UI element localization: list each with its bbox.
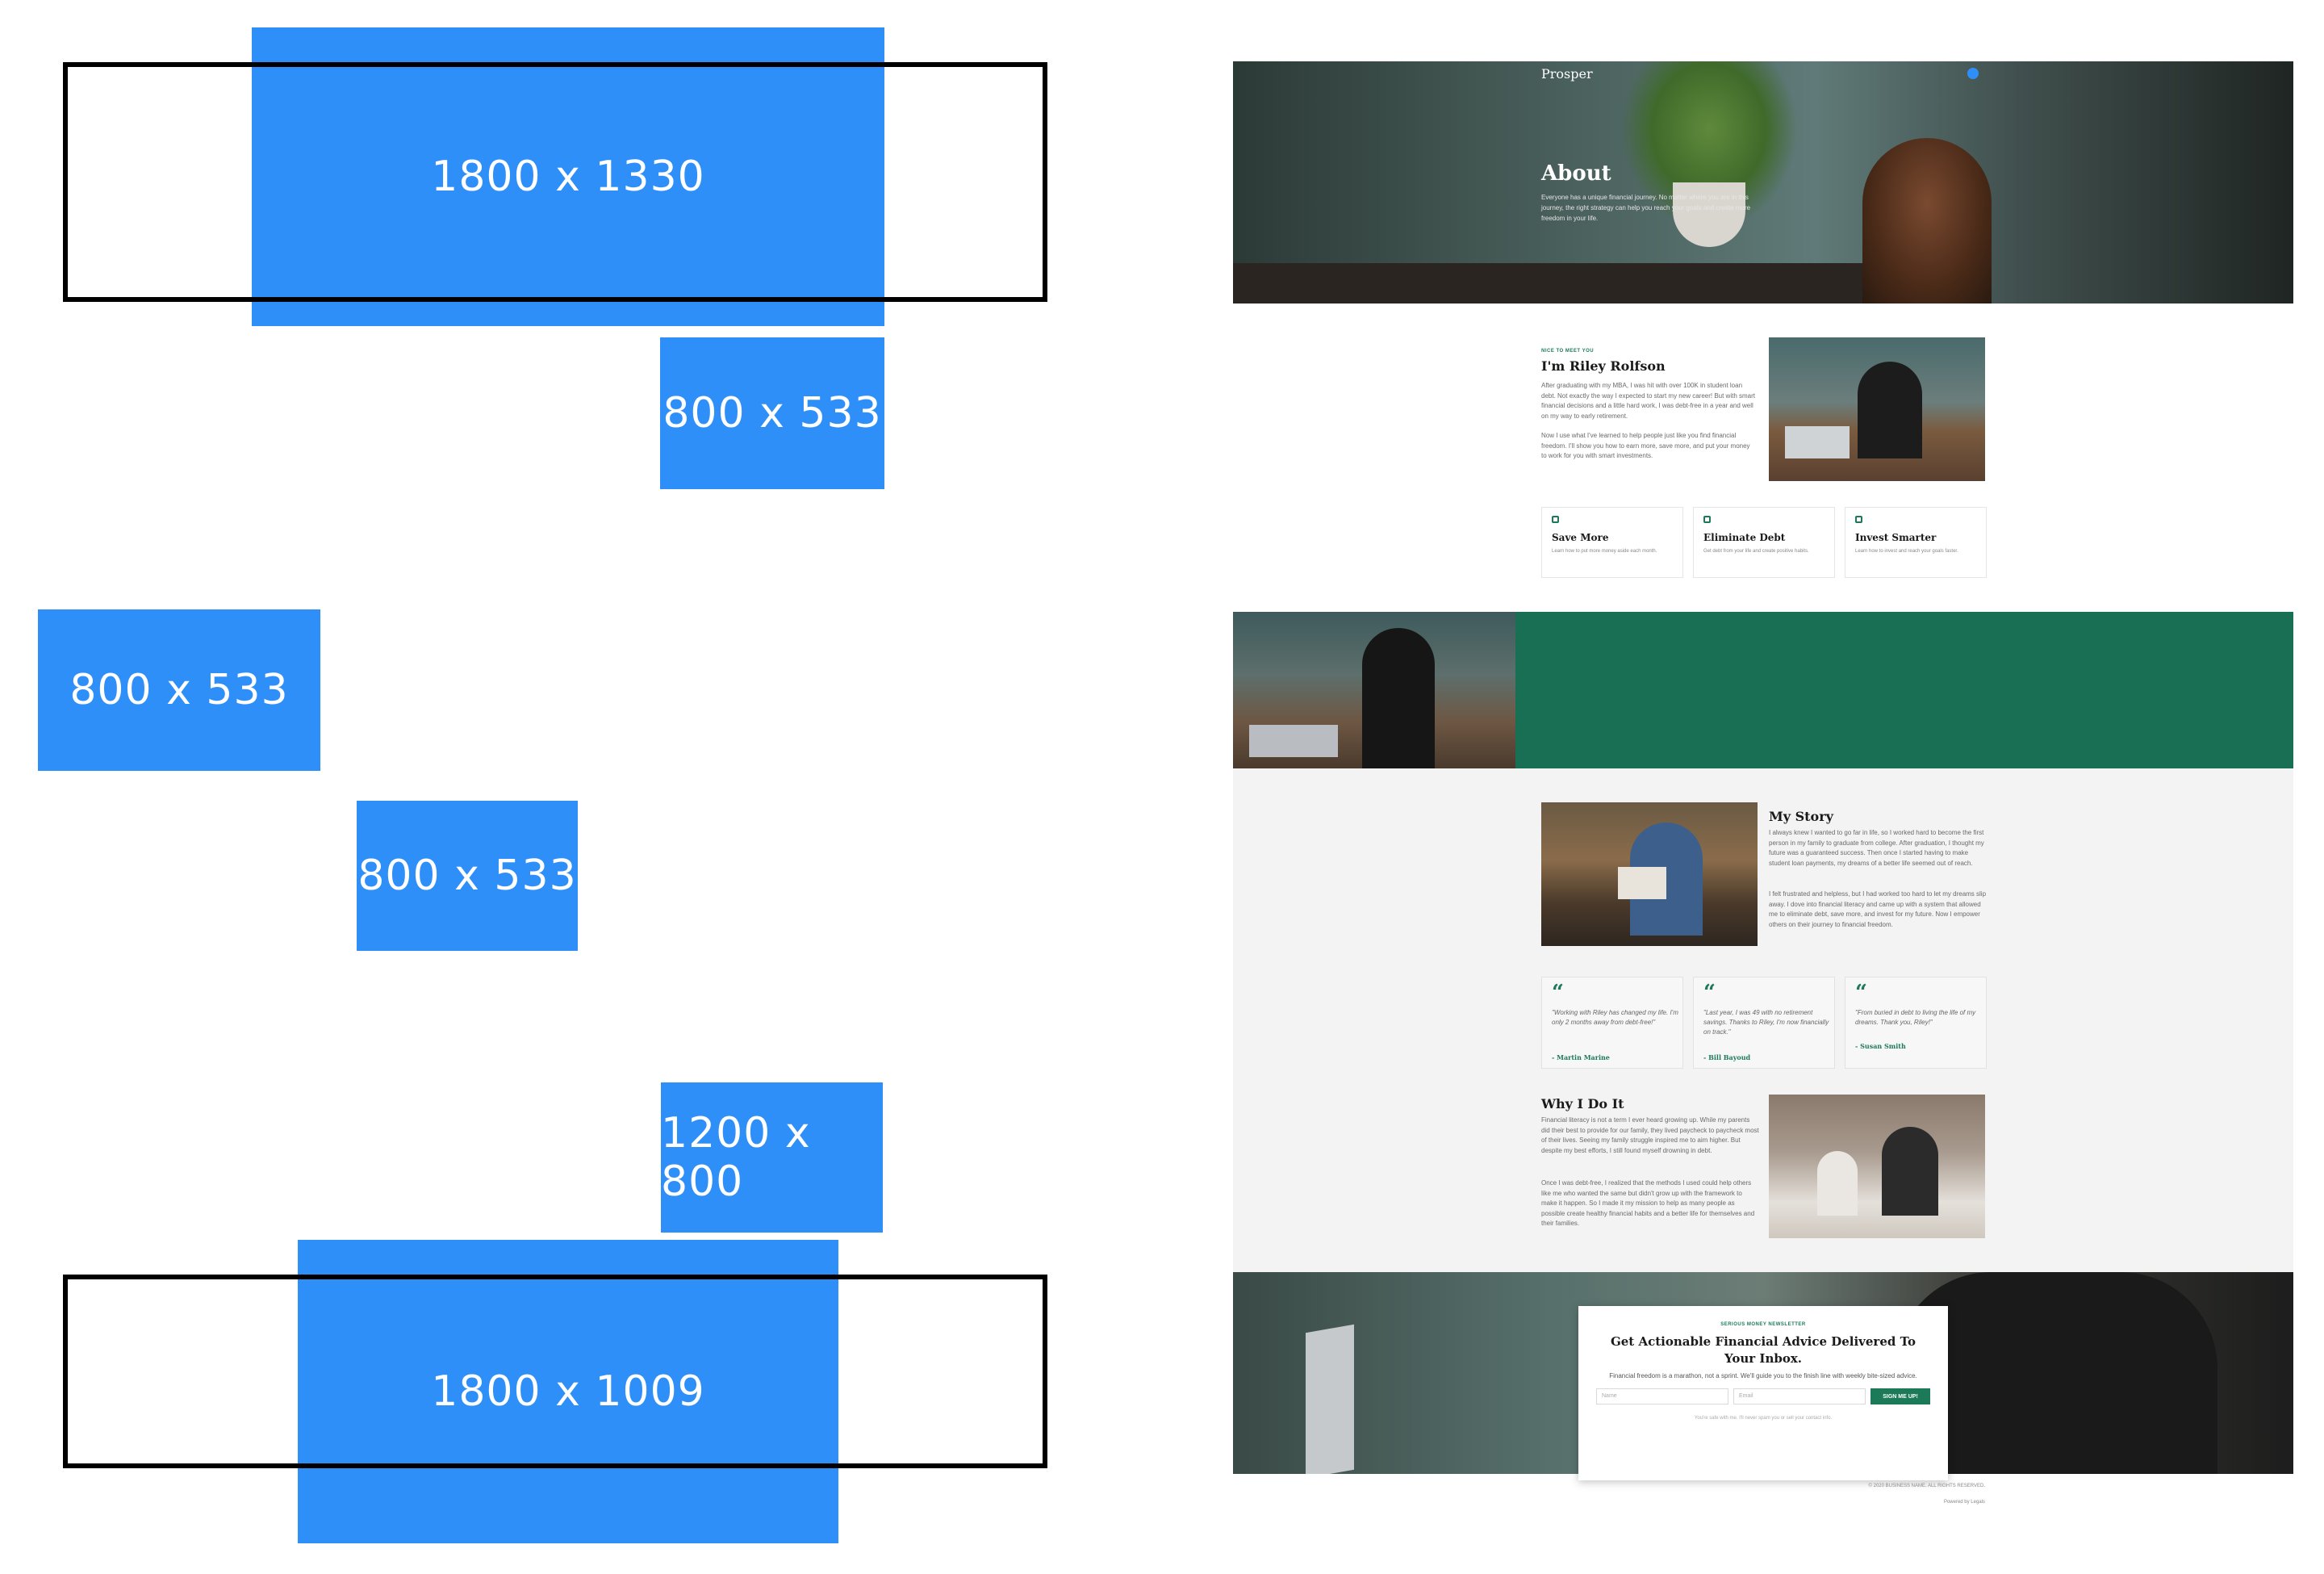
feature-text: Learn how to invest and reach your goals…: [1855, 549, 1958, 554]
band-person-image: [1362, 628, 1435, 768]
footer-copyright: © 2020 BUSINESS NAME. ALL RIGHTS RESERVE…: [1868, 1484, 1985, 1488]
feature-title: Invest Smarter: [1855, 532, 1937, 543]
why-paragraph-1: Financial literacy is not a term I ever …: [1541, 1116, 1759, 1154]
footer-powered[interactable]: Powered by Legals: [1864, 1500, 1985, 1505]
why-child-image: [1817, 1151, 1858, 1216]
testimonial-card-1: “ "Working with Riley has changed my lif…: [1541, 977, 1683, 1069]
name-input[interactable]: Name: [1596, 1388, 1728, 1404]
intro-photo: [1769, 337, 1985, 481]
newsletter-laptop-image: [1306, 1324, 1354, 1474]
intro-person-image: [1858, 362, 1922, 458]
placeholder-label: 1200 x 800: [661, 1109, 811, 1206]
story-paragraph-2: I felt frustrated and helpless, but I ha…: [1769, 890, 1987, 928]
placeholder-intro-800x533: 800 x 533: [660, 337, 884, 489]
feature-text: Learn how to put more money aside each m…: [1552, 549, 1657, 554]
quote-icon: “: [1855, 981, 1867, 1005]
testimonial-quote: "Last year, I was 49 with no retirement …: [1703, 1009, 1829, 1036]
intro-name: I'm Riley Rolfson: [1541, 358, 1666, 374]
email-input[interactable]: Email: [1733, 1388, 1866, 1404]
newsletter-title: Get Actionable Financial Advice Delivere…: [1610, 1334, 1916, 1366]
crop-frame-newsletter: [63, 1275, 1047, 1468]
piggy-bank-icon: [1552, 516, 1559, 523]
testimonial-quote: "Working with Riley has changed my life.…: [1552, 1009, 1678, 1026]
why-photo: [1769, 1095, 1985, 1238]
why-parent-image: [1882, 1127, 1938, 1216]
newsletter-eyebrow: SERIOUS MONEY NEWSLETTER: [1720, 1322, 1806, 1327]
hero-section: Prosper About Everyone has a unique fina…: [1233, 61, 2293, 303]
quote-icon: “: [1703, 981, 1716, 1005]
story-photo: [1541, 802, 1758, 946]
testimonial-card-2: “ "Last year, I was 49 with no retiremen…: [1693, 977, 1835, 1069]
hero-person-image: [1862, 138, 1992, 303]
feature-card-debt[interactable]: Eliminate Debt Get debt from your life a…: [1693, 507, 1835, 578]
intro-laptop-image: [1785, 426, 1850, 458]
band-laptop-image: [1249, 725, 1338, 757]
feature-text: Get debt from your life and create posit…: [1703, 549, 1809, 554]
band-photo: [1233, 612, 1515, 768]
green-band: [1515, 612, 2293, 768]
hero-shelf-image: [1233, 263, 1895, 303]
newsletter-note: You're safe with me. I'll never spam you…: [1694, 1416, 1833, 1421]
site-brand-logo[interactable]: Prosper: [1541, 66, 1593, 82]
testimonial-author: - Bill Bayoud: [1703, 1053, 1751, 1061]
placeholder-story-800x533: 800 x 533: [357, 801, 578, 951]
why-paragraph-2: Once I was debt-free, I realized that th…: [1541, 1179, 1755, 1227]
testimonial-author: - Martin Marine: [1552, 1053, 1610, 1061]
story-paragraph-1: I always knew I wanted to go far in life…: [1769, 829, 1984, 867]
placeholder-label: 800 x 533: [357, 852, 577, 900]
newsletter-text: Financial freedom is a marathon, not a s…: [1609, 1372, 1917, 1379]
menu-icon[interactable]: [1967, 68, 1979, 79]
newsletter-card: SERIOUS MONEY NEWSLETTER Get Actionable …: [1578, 1306, 1948, 1480]
story-book-image: [1618, 867, 1666, 899]
name-input-placeholder: Name: [1602, 1393, 1617, 1399]
testimonial-card-3: “ "From buried in debt to living the lif…: [1845, 977, 1987, 1069]
email-input-placeholder: Email: [1739, 1393, 1753, 1399]
why-title: Why I Do It: [1541, 1096, 1624, 1111]
intro-paragraph-2: Now I use what I've learned to help peop…: [1541, 432, 1750, 459]
testimonial-quote: "From buried in debt to living the life …: [1855, 1009, 1976, 1026]
feature-title: Save More: [1552, 532, 1609, 543]
sign-up-button-label: SIGN ME UP!: [1883, 1393, 1918, 1400]
quote-icon: “: [1552, 981, 1564, 1005]
hero-title: About: [1541, 161, 1611, 186]
placeholder-why-1200x800: 1200 x 800: [661, 1082, 883, 1233]
sign-up-button[interactable]: SIGN ME UP!: [1870, 1388, 1930, 1404]
story-title: My Story: [1769, 809, 1833, 824]
crop-frame-hero: [63, 62, 1047, 302]
leaf-icon: [1855, 516, 1862, 523]
placeholder-band-800x533: 800 x 533: [38, 609, 320, 771]
testimonial-author: - Susan Smith: [1855, 1042, 1906, 1050]
credit-card-icon: [1703, 516, 1711, 523]
intro-paragraph-1: After graduating with my MBA, I was hit …: [1541, 382, 1755, 420]
intro-eyebrow: NICE TO MEET YOU: [1541, 349, 1595, 354]
placeholder-label: 800 x 533: [69, 666, 289, 714]
feature-card-invest[interactable]: Invest Smarter Learn how to invest and r…: [1845, 507, 1987, 578]
hero-text: Everyone has a unique financial journey.…: [1541, 194, 1751, 222]
feature-title: Eliminate Debt: [1703, 532, 1786, 543]
placeholder-label: 800 x 533: [663, 389, 882, 437]
feature-card-save[interactable]: Save More Learn how to put more money as…: [1541, 507, 1683, 578]
